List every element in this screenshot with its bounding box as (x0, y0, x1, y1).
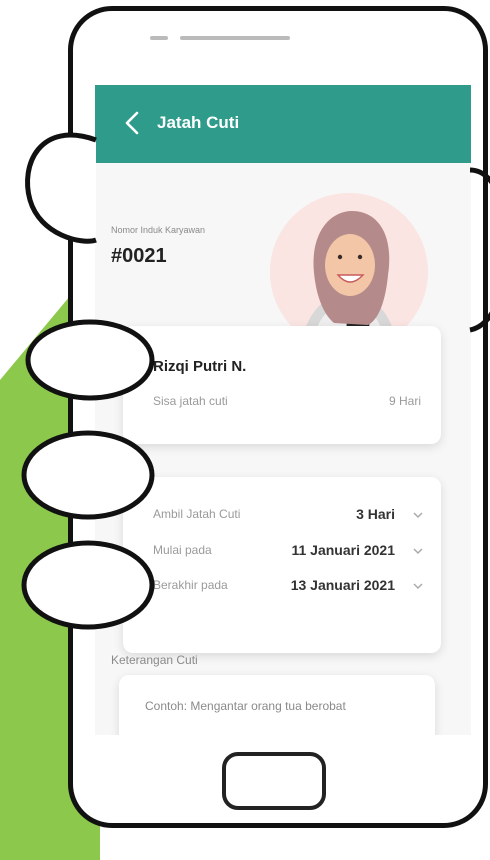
notes-placeholder: Contoh: Mengantar orang tua berobat (145, 699, 346, 713)
speaker-dot (150, 36, 168, 40)
app-bar: Jatah Cuti (95, 85, 471, 163)
employee-summary-card: Rizqi Putri N. Sisa jatah cuti 9 Hari (123, 326, 441, 444)
chevron-down-icon[interactable] (413, 582, 423, 590)
notes-label: Keterangan Cuti (111, 653, 198, 667)
page-title: Jatah Cuti (157, 113, 240, 132)
chevron-left-icon[interactable] (123, 111, 143, 135)
app-screen: Jatah Cuti Nomor Induk Karyawan #0021 Ri… (95, 85, 471, 735)
employee-name: Rizqi Putri N. (153, 358, 247, 375)
home-button[interactable] (222, 752, 326, 810)
start-date-label: Mulai pada (153, 543, 212, 557)
chevron-down-icon[interactable] (413, 511, 423, 519)
end-date-value[interactable]: 13 Januari 2021 (291, 577, 395, 593)
notes-input[interactable]: Contoh: Mengantar orang tua berobat (119, 675, 435, 735)
speaker-bar (180, 36, 290, 40)
remaining-leave-value: 9 Hari (388, 394, 421, 408)
end-date-label: Berakhir pada (153, 578, 228, 592)
remaining-leave-label: Sisa jatah cuti (153, 394, 228, 408)
start-date-value[interactable]: 11 Januari 2021 (291, 542, 395, 558)
take-leave-value[interactable]: 3 Hari (356, 506, 395, 522)
take-leave-label: Ambil Jatah Cuti (153, 507, 241, 521)
leave-request-card: Ambil Jatah Cuti 3 Hari Mulai pada 11 Ja… (123, 477, 441, 653)
phone-speaker (150, 36, 290, 40)
employee-id-label: Nomor Induk Karyawan (111, 225, 206, 235)
employee-id-value: #0021 (111, 245, 167, 267)
chevron-down-icon[interactable] (413, 547, 423, 555)
